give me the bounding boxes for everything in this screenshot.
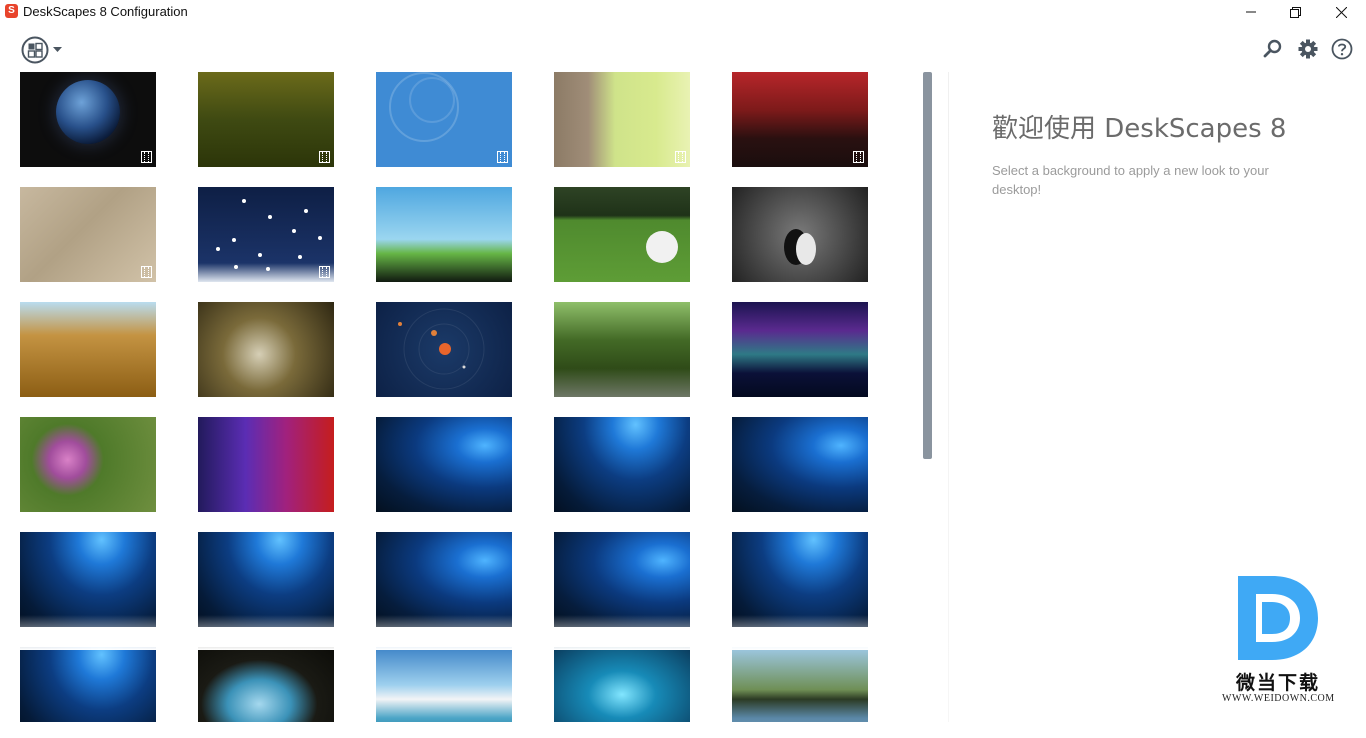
background-thumbnail-win10[interactable]: [732, 417, 868, 512]
background-thumbnail-win10b[interactable]: [20, 647, 156, 722]
background-thumbnail-wheat[interactable]: [20, 302, 156, 397]
deskscapes-app-icon: S: [5, 4, 18, 18]
video-film-icon: [853, 151, 864, 163]
background-thumbnail-icecave[interactable]: [554, 647, 690, 722]
background-thumbnail-city[interactable]: [732, 72, 868, 167]
video-film-icon: [497, 151, 508, 163]
background-thumbnail-win10[interactable]: [554, 532, 690, 627]
welcome-text: Select a background to apply a new look …: [992, 163, 1269, 197]
watermark-url: WWW.WEIDOWN.COM: [1222, 693, 1335, 704]
background-grid: [20, 72, 880, 722]
background-thumbnail-beach[interactable]: [376, 647, 512, 722]
background-thumbnail-earth[interactable]: [20, 72, 156, 167]
background-thumbnail-pine[interactable]: [198, 72, 334, 167]
title-bar: S DeskScapes 8 Configuration: [0, 0, 1366, 24]
search-icon: [1263, 39, 1282, 58]
close-icon: [1335, 6, 1347, 18]
background-thumbnail-tree-island[interactable]: [376, 187, 512, 282]
video-film-icon: [319, 151, 330, 163]
background-thumbnail-win10b[interactable]: [732, 532, 868, 627]
snow-image: [216, 199, 322, 271]
weidown-logo: [1238, 576, 1318, 660]
background-thumbnail-blue-rings[interactable]: [376, 72, 512, 167]
background-thumbnail-golf[interactable]: [554, 187, 690, 282]
globe-image: [56, 80, 120, 144]
background-thumbnail-win10[interactable]: [376, 532, 512, 627]
background-thumbnail-cat[interactable]: [732, 187, 868, 282]
search-button[interactable]: [1262, 38, 1284, 60]
background-thumbnail-win10b[interactable]: [20, 532, 156, 627]
cat-figurine-image: [784, 229, 816, 265]
video-film-icon: [141, 266, 152, 278]
background-thumbnail-night-snow[interactable]: [198, 187, 334, 282]
restore-icon: [1289, 6, 1301, 18]
gear-icon: [1298, 39, 1318, 59]
background-thumbnail-feather[interactable]: [198, 302, 334, 397]
video-film-icon: [675, 151, 686, 163]
background-thumbnail-win10b[interactable]: [198, 532, 334, 627]
background-thumbnail-flower[interactable]: [20, 417, 156, 512]
background-thumbnail-wave[interactable]: [198, 417, 334, 512]
rings-image: [389, 72, 459, 142]
window-title: DeskScapes 8 Configuration: [23, 4, 188, 19]
background-thumbnail-sand[interactable]: [20, 187, 156, 282]
view-mode-button[interactable]: [21, 36, 67, 64]
panel-divider: [948, 72, 949, 722]
background-thumbnail-bark[interactable]: [554, 72, 690, 167]
minimize-button[interactable]: [1228, 0, 1274, 24]
minimize-icon: [1246, 11, 1256, 13]
background-thumbnail-lake[interactable]: [732, 647, 868, 722]
background-thumbnail-path[interactable]: [554, 302, 690, 397]
background-thumbnail-cave[interactable]: [198, 647, 334, 722]
settings-button[interactable]: [1297, 38, 1319, 60]
restore-button[interactable]: [1272, 0, 1318, 24]
video-film-icon: [141, 151, 152, 163]
background-thumbnail-win10b[interactable]: [554, 417, 690, 512]
background-thumbnail-aurora[interactable]: [732, 302, 868, 397]
watermark-name: 微当下载: [1236, 672, 1321, 694]
help-button[interactable]: [1331, 38, 1353, 60]
welcome-title: 歡迎使用 DeskScapes 8: [992, 114, 1287, 144]
close-button[interactable]: [1318, 0, 1364, 24]
background-thumbnail-solar[interactable]: [376, 302, 512, 397]
background-thumbnail-win10[interactable]: [376, 417, 512, 512]
grid-view-icon: [21, 36, 62, 64]
help-icon: [1331, 38, 1353, 60]
scrollbar-thumb[interactable]: [923, 72, 932, 459]
golf-ball-image: [646, 231, 678, 263]
solar-image: [398, 308, 485, 390]
video-film-icon: [319, 266, 330, 278]
